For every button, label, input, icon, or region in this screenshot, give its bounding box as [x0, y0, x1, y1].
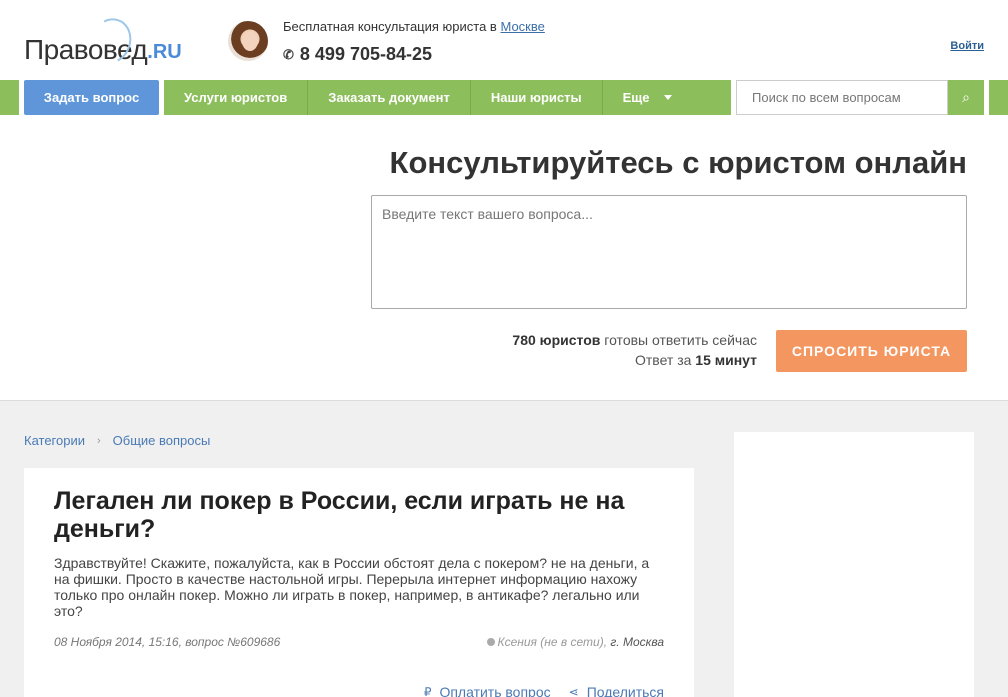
- nav-item-order-document[interactable]: Заказать документ: [308, 80, 471, 115]
- consultation-label: Бесплатная консультация юриста в: [283, 19, 497, 34]
- login-link[interactable]: Войти: [950, 40, 984, 52]
- question-textarea[interactable]: [371, 195, 967, 309]
- question-actions: ₽ Оплатить вопрос ⋖ Поделиться: [424, 684, 664, 697]
- share-label: Поделиться: [586, 684, 664, 697]
- lawyers-count: 780 юристов: [512, 332, 601, 348]
- consultation-hero: Консультируйтесь с юристом онлайн 780 юр…: [0, 115, 1008, 401]
- offline-status-icon: [486, 638, 495, 646]
- question-card: Легален ли покер в России, если играть н…: [24, 468, 694, 697]
- chevron-right-icon: ›: [97, 434, 101, 447]
- breadcrumb-general-questions[interactable]: Общие вопросы: [113, 433, 211, 448]
- consultant-avatar: [228, 21, 268, 61]
- sidebar-panel: [734, 432, 974, 697]
- share-icon: ⋖: [568, 685, 579, 697]
- question-text: Здравствуйте! Скажите, пожалуйста, как в…: [54, 555, 650, 619]
- hero-title: Консультируйтесь с юристом онлайн: [389, 145, 967, 180]
- pay-question-label: Оплатить вопрос: [439, 684, 551, 697]
- breadcrumb-categories[interactable]: Категории: [24, 433, 85, 448]
- author-name[interactable]: Ксения (не в сети): [498, 635, 604, 649]
- lawyers-suffix: готовы ответить сейчас: [604, 332, 757, 348]
- city-link[interactable]: Москве: [500, 19, 544, 34]
- search-icon: ⌕: [962, 89, 970, 105]
- consultation-text: Бесплатная консультация юриста в Москве: [283, 19, 545, 34]
- answer-time-value: 15 минут: [695, 352, 757, 368]
- nav-menu: Услуги юристов Заказать документ Наши юр…: [164, 80, 731, 115]
- nav-item-more[interactable]: Еще: [603, 80, 692, 115]
- author-city: г. Москва: [610, 635, 664, 649]
- nav-right-strip: [989, 80, 1008, 115]
- phone-text: 8 499 705-84-25: [299, 44, 433, 64]
- ask-lawyer-button[interactable]: СПРОСИТЬ ЮРИСТА: [776, 330, 967, 372]
- nav-item-lawyer-services[interactable]: Услуги юристов: [164, 80, 309, 115]
- answer-time: Ответ за 15 минут: [635, 352, 757, 368]
- ask-question-button[interactable]: Задать вопрос: [24, 80, 159, 115]
- pay-question-button[interactable]: ₽ Оплатить вопрос: [424, 684, 551, 697]
- chevron-down-icon: [663, 95, 672, 100]
- nav-item-more-label: Еще: [622, 90, 650, 105]
- question-author: Ксения (не в сети), г. Москва: [486, 635, 664, 649]
- phone-number[interactable]: ✆ 8 499 705-84-25: [283, 44, 432, 65]
- search-input[interactable]: [736, 80, 948, 115]
- site-header: Правовед .RU Бесплатная консультация юри…: [0, 0, 1008, 80]
- answer-prefix: Ответ за: [634, 352, 692, 368]
- question-title: Легален ли покер в России, если играть н…: [54, 487, 625, 543]
- phone-icon: ✆: [283, 46, 294, 62]
- share-button[interactable]: ⋖ Поделиться: [569, 684, 664, 697]
- logo[interactable]: Правовед .RU: [24, 12, 182, 70]
- nav-item-our-lawyers[interactable]: Наши юристы: [471, 80, 603, 115]
- breadcrumb: Категории › Общие вопросы: [24, 433, 210, 448]
- search-button[interactable]: ⌕: [948, 80, 984, 115]
- logo-suffix: .RU: [147, 41, 182, 63]
- main-nav: Задать вопрос Услуги юристов Заказать до…: [0, 80, 1008, 115]
- lawyers-available: 780 юристов готовы ответить сейчас: [512, 332, 757, 348]
- nav-left-strip: [0, 80, 19, 115]
- question-meta: 08 Ноября 2014, 15:16, вопрос №609686: [54, 635, 281, 649]
- ruble-icon: ₽: [423, 685, 432, 697]
